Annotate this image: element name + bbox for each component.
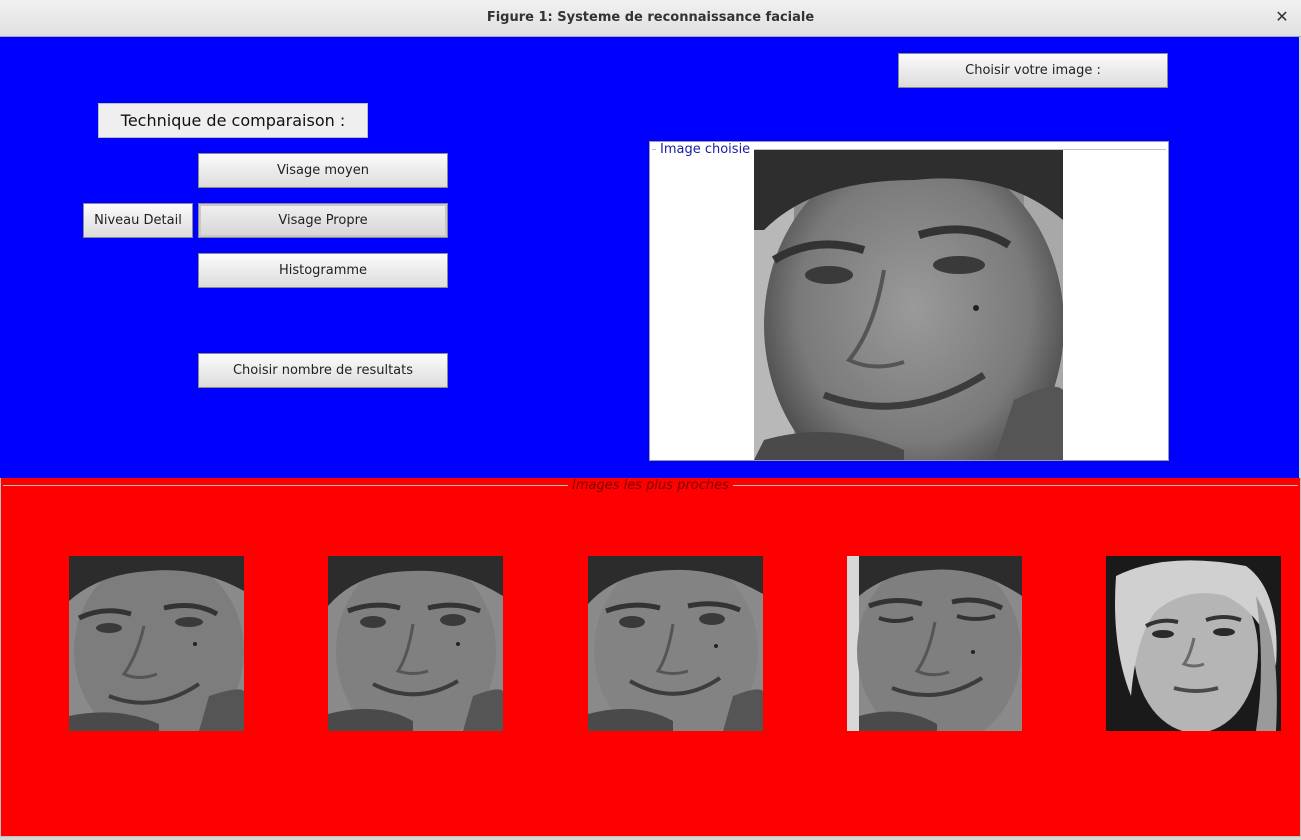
result-face-3[interactable]	[588, 556, 763, 731]
window-title: Figure 1: Systeme de reconnaissance faci…	[486, 10, 815, 25]
choisir-image-button[interactable]: Choisir votre image :	[898, 53, 1168, 88]
result-face-4[interactable]	[847, 556, 1022, 731]
chosen-face-image	[754, 150, 1063, 460]
visage-moyen-button[interactable]: Visage moyen	[198, 153, 448, 188]
image-choisie-panel: Image choisie	[649, 141, 1169, 461]
results-legend: Images les plus proches	[568, 478, 733, 493]
choisir-nombre-resultats-button[interactable]: Choisir nombre de resultats	[198, 353, 448, 388]
result-face-photo	[847, 556, 1022, 731]
result-face-photo	[69, 556, 244, 731]
result-face-photo	[588, 556, 763, 731]
result-face-2[interactable]	[328, 556, 503, 731]
technique-label: Technique de comparaison :	[98, 103, 368, 138]
image-choisie-legend: Image choisie	[656, 142, 755, 157]
histogramme-button[interactable]: Histogramme	[198, 253, 448, 288]
result-face-photo	[1106, 556, 1281, 731]
result-face-5[interactable]	[1106, 556, 1281, 731]
niveau-detail-button[interactable]: Niveau Detail	[83, 203, 193, 238]
visage-propre-button[interactable]: Visage Propre	[198, 203, 448, 238]
close-icon[interactable]: ✕	[1273, 8, 1291, 26]
result-face-photo	[328, 556, 503, 731]
result-face-1[interactable]	[69, 556, 244, 731]
results-panel: Images les plus proches	[0, 478, 1301, 837]
chosen-face-photo	[754, 150, 1063, 460]
window-titlebar: Figure 1: Systeme de reconnaissance faci…	[0, 0, 1301, 37]
top-panel: Technique de comparaison : Visage moyen …	[0, 37, 1299, 478]
